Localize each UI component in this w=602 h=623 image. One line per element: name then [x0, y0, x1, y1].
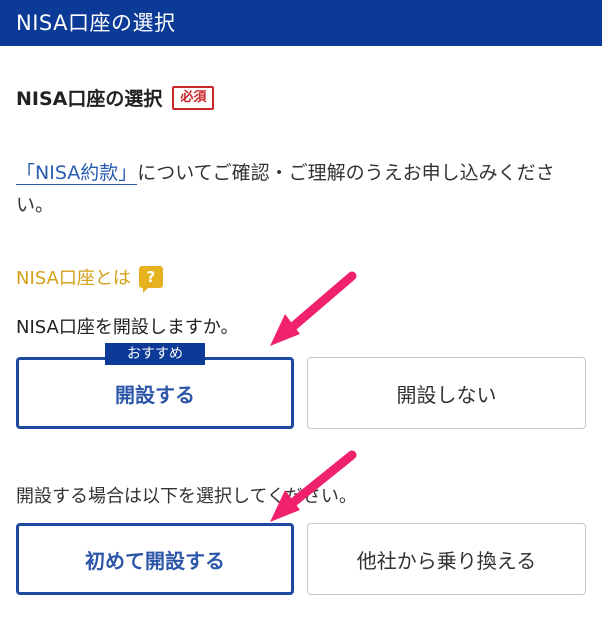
- annotation-arrows: [270, 271, 357, 522]
- arrow-bottom: [270, 450, 357, 522]
- arrow-top: [270, 271, 357, 346]
